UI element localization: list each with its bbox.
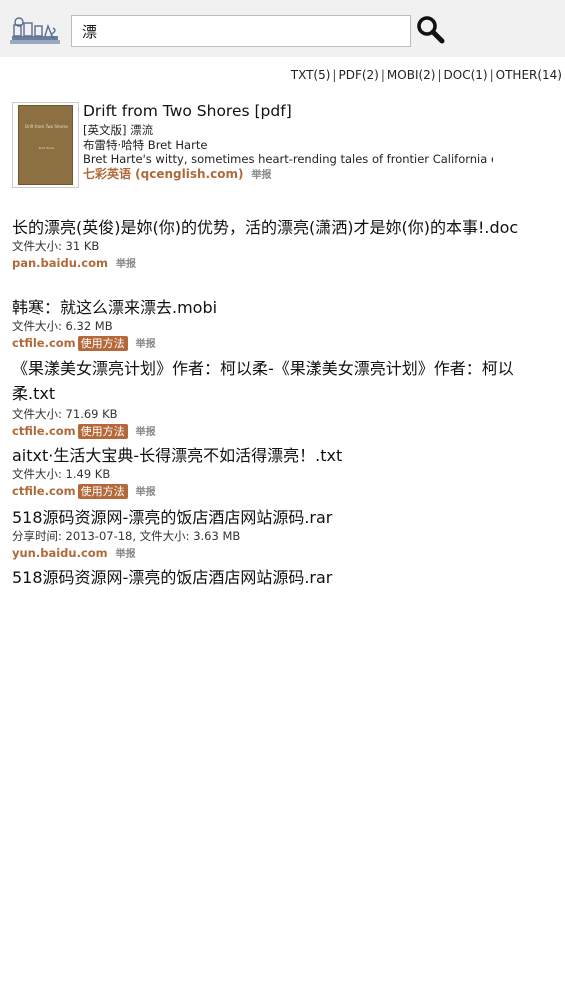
result-domain[interactable]: ctfile.com	[12, 424, 76, 438]
result-title[interactable]: aitxt·生活大宝典-长得漂亮不如活得漂亮！.txt	[12, 445, 542, 466]
book-edition: [英文版] 漂流	[83, 123, 154, 137]
book-author: 布雷特·哈特 Bret Harte	[83, 138, 208, 152]
report-link[interactable]: 举报	[136, 487, 156, 498]
search-input[interactable]	[71, 15, 411, 47]
result-meta: 文件大小: 1.49 KB	[12, 467, 111, 481]
result-title[interactable]: 518源码资源网-漂亮的饭店酒店网站源码.rar	[12, 567, 542, 588]
book-source: 七彩英语 (qcenglish.com) 举报	[83, 165, 271, 182]
result-meta: 文件大小: 31 KB	[12, 239, 100, 253]
filter-txt[interactable]: TXT(5)	[291, 68, 331, 82]
result-meta: 分享时间: 2013-07-18, 文件大小: 3.63 MB	[12, 529, 241, 543]
filter-pdf[interactable]: PDF(2)	[338, 68, 378, 82]
header-bar	[0, 0, 565, 57]
filter-mobi[interactable]: MOBI(2)	[387, 68, 436, 82]
result-domain[interactable]: pan.baidu.com	[12, 256, 108, 270]
result-title[interactable]: 韩寒：就这么漂来漂去.mobi	[12, 297, 542, 318]
book-description: Bret Harte's witty, sometimes heart-rend…	[83, 152, 493, 166]
filter-other[interactable]: OTHER(14)	[496, 68, 562, 82]
filter-doc[interactable]: DOC(1)	[444, 68, 488, 82]
filter-separator: |	[489, 68, 494, 82]
filter-separator: |	[437, 68, 442, 82]
result-source: ctfile.com 使用方法 举报	[12, 334, 542, 354]
format-filters: TXT(5) | PDF(2) | MOBI(2) | DOC(1) | OTHER(14)	[291, 68, 562, 82]
result-source: ctfile.com 使用方法 举报	[12, 422, 542, 442]
usage-badge[interactable]: 使用方法	[77, 336, 128, 351]
result-source: pan.baidu.com 举报	[12, 254, 542, 274]
result-source: yun.baidu.com 举报	[12, 544, 542, 564]
result-title[interactable]: 《果漾美女漂亮计划》作者：柯以柔-《果漾美女漂亮计划》作者：柯以柔.txt	[12, 356, 542, 406]
result-item: 518源码资源网-漂亮的饭店酒店网站源码.rar 分享时间: 2013-07-1…	[12, 507, 542, 564]
result-domain[interactable]: ctfile.com	[12, 484, 76, 498]
result-item: 韩寒：就这么漂来漂去.mobi 文件大小: 6.32 MB ctfile.com…	[12, 297, 542, 354]
usage-badge[interactable]: 使用方法	[77, 484, 128, 499]
book-cover-image: Drift from Two Shores Bret Harte	[18, 105, 73, 185]
result-source: ctfile.com 使用方法 举报	[12, 482, 542, 502]
result-meta: 文件大小: 6.32 MB	[12, 319, 113, 333]
search-icon[interactable]	[415, 14, 445, 44]
result-title[interactable]: 518源码资源网-漂亮的饭店酒店网站源码.rar	[12, 507, 542, 528]
report-link[interactable]: 举报	[136, 427, 156, 438]
site-logo-icon[interactable]	[10, 16, 62, 46]
report-link[interactable]: 举报	[251, 170, 271, 181]
result-domain[interactable]: ctfile.com	[12, 336, 76, 350]
filter-separator: |	[380, 68, 385, 82]
featured-book: Drift from Two Shores Bret Harte Drift f…	[12, 102, 552, 188]
result-domain[interactable]: yun.baidu.com	[12, 546, 108, 560]
cover-author: Bret Harte	[38, 146, 55, 150]
result-item: 《果漾美女漂亮计划》作者：柯以柔-《果漾美女漂亮计划》作者：柯以柔.txt 文件…	[12, 356, 542, 442]
usage-badge[interactable]: 使用方法	[77, 424, 128, 439]
report-link[interactable]: 举报	[116, 259, 136, 270]
result-item: 长的漂亮(英俊)是妳(你)的优势，活的漂亮(潇洒)才是妳(你)的本事!.doc …	[12, 217, 542, 274]
book-title[interactable]: Drift from Two Shores [pdf]	[83, 102, 292, 120]
book-cover[interactable]: Drift from Two Shores Bret Harte	[12, 102, 79, 188]
report-link[interactable]: 举报	[136, 339, 156, 350]
cover-title: Drift from Two Shores	[25, 124, 68, 129]
result-item: aitxt·生活大宝典-长得漂亮不如活得漂亮！.txt 文件大小: 1.49 K…	[12, 445, 542, 502]
result-title[interactable]: 长的漂亮(英俊)是妳(你)的优势，活的漂亮(潇洒)才是妳(你)的本事!.doc	[12, 217, 542, 238]
book-source-link[interactable]: 七彩英语 (qcenglish.com)	[83, 167, 243, 181]
report-link[interactable]: 举报	[116, 549, 136, 560]
result-item: 518源码资源网-漂亮的饭店酒店网站源码.rar	[12, 567, 542, 588]
result-meta: 文件大小: 71.69 KB	[12, 407, 118, 421]
